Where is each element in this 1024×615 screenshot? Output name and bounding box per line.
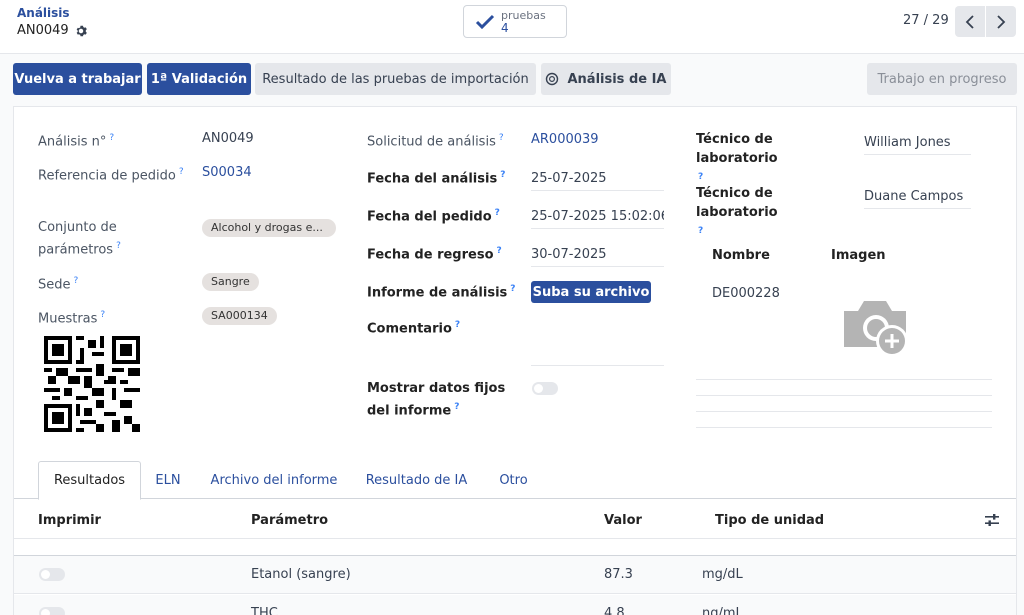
chevron-right-icon: [997, 14, 1006, 29]
order-ref-link[interactable]: S00034: [202, 165, 252, 180]
attachment-divider: [696, 427, 992, 428]
site-tag[interactable]: Sangre: [202, 273, 259, 291]
tests-label: pruebas: [501, 8, 546, 22]
tab-other[interactable]: Otro: [486, 461, 541, 499]
attachment-divider: [696, 395, 992, 396]
analysis-date-input[interactable]: 25-07-2025: [531, 169, 664, 191]
attachments-col-image: Imagen: [831, 248, 886, 263]
breadcrumb-current: AN0049: [17, 23, 87, 38]
tab-ai-result[interactable]: Resultado de IA: [357, 461, 476, 499]
parameter-cell: THC: [251, 606, 278, 615]
table-header-divider: [14, 538, 1016, 539]
notebook-tabs: Resultados ELN Archivo del informe Resul…: [14, 461, 1016, 500]
pager-value: 27 / 29: [903, 13, 949, 28]
tech2-label: Técnico de laboratorio?: [696, 186, 778, 236]
chevron-left-icon: [965, 14, 974, 29]
return-date-input[interactable]: 30-07-2025: [531, 245, 664, 267]
column-settings-icon[interactable]: [984, 513, 1000, 527]
rework-button[interactable]: Vuelva a trabajar: [13, 63, 142, 95]
action-bar: Vuelva a trabajar 1ª Validación Resultad…: [0, 55, 1024, 103]
check-icon: [475, 14, 495, 29]
print-toggle[interactable]: [39, 607, 65, 615]
col-value[interactable]: Valor: [604, 513, 642, 528]
table-row[interactable]: Etanol (sangre) 87.3 mg/dL: [14, 556, 1016, 594]
analysis-no-label: Análisis n°?: [38, 133, 115, 150]
print-toggle[interactable]: [39, 568, 65, 581]
samples-label: Muestras?: [38, 310, 106, 327]
comment-input[interactable]: [531, 365, 664, 366]
attachment-name: DE000228: [712, 286, 780, 301]
tech1-label: Técnico de laboratorio?: [696, 132, 778, 182]
unit-cell: ng/mL: [702, 606, 743, 615]
attachment-divider: [696, 379, 992, 380]
tech2-input[interactable]: Duane Campos: [864, 187, 971, 209]
tab-results[interactable]: Resultados: [38, 461, 141, 500]
tech1-input[interactable]: William Jones: [864, 133, 971, 155]
pager-next-button[interactable]: [986, 6, 1016, 37]
pager-previous-button[interactable]: [955, 6, 985, 37]
order-date-input[interactable]: 25-07-2025 15:02:06: [531, 207, 664, 229]
analysis-no-value: AN0049: [202, 131, 254, 146]
order-date-label: Fecha del pedido?: [367, 208, 500, 225]
ai-analysis-button[interactable]: Análisis de IA: [541, 63, 671, 95]
param-set-tag[interactable]: Alcohol y drogas e...: [202, 219, 336, 237]
col-unit[interactable]: Tipo de unidad: [715, 513, 824, 528]
show-fixed-label: Mostrar datos fijos del informe?: [367, 381, 506, 419]
tab-report-file[interactable]: Archivo del informe: [201, 461, 347, 499]
site-label: Sede?: [38, 276, 79, 293]
request-label: Solicitud de análisis?: [367, 133, 504, 150]
import-results-button[interactable]: Resultado de las pruebas de importación: [255, 63, 536, 95]
report-label: Informe de análisis?: [367, 284, 516, 301]
col-print[interactable]: Imprimir: [38, 513, 101, 528]
ai-analysis-label: Análisis de IA: [567, 71, 667, 87]
request-link[interactable]: AR000039: [531, 132, 599, 147]
tests-count: 4: [501, 20, 509, 35]
comment-label: Comentario?: [367, 320, 461, 337]
value-cell: 87.3: [604, 567, 633, 582]
status-badge: Trabajo en progreso: [867, 63, 1017, 95]
order-ref-label: Referencia de pedido?: [38, 167, 184, 184]
value-cell: 4.8: [604, 606, 625, 615]
attachment-divider: [696, 411, 992, 412]
tab-eln[interactable]: ELN: [145, 461, 191, 499]
record-name: AN0049: [17, 23, 69, 38]
samples-tag[interactable]: SA000134: [202, 307, 277, 325]
parameter-cell: Etanol (sangre): [251, 567, 351, 582]
ai-icon: [546, 72, 559, 86]
breadcrumb-parent[interactable]: Análisis: [17, 6, 70, 20]
form-sheet: Análisis n°? AN0049 Referencia de pedido…: [13, 106, 1017, 615]
unit-cell: mg/dL: [702, 567, 743, 582]
control-panel: Análisis AN0049 pruebas 4 27 / 29: [0, 0, 1024, 54]
gear-icon[interactable]: [75, 25, 87, 37]
table-row[interactable]: THC 4.8 ng/mL: [14, 595, 1016, 615]
analysis-date-label: Fecha del análisis?: [367, 170, 506, 187]
attachments-col-name: Nombre: [712, 248, 770, 263]
first-validation-button[interactable]: 1ª Validación: [147, 63, 251, 95]
return-date-label: Fecha de regreso?: [367, 246, 502, 263]
upload-file-button[interactable]: Suba su archivo: [531, 281, 651, 303]
param-set-label: Conjunto de parámetros?: [38, 220, 121, 258]
col-parameter[interactable]: Parámetro: [251, 513, 328, 528]
camera-add-icon[interactable]: [840, 297, 912, 359]
qr-code: [44, 336, 140, 432]
show-fixed-toggle[interactable]: [532, 382, 558, 395]
tests-smart-button[interactable]: pruebas 4: [463, 5, 567, 38]
